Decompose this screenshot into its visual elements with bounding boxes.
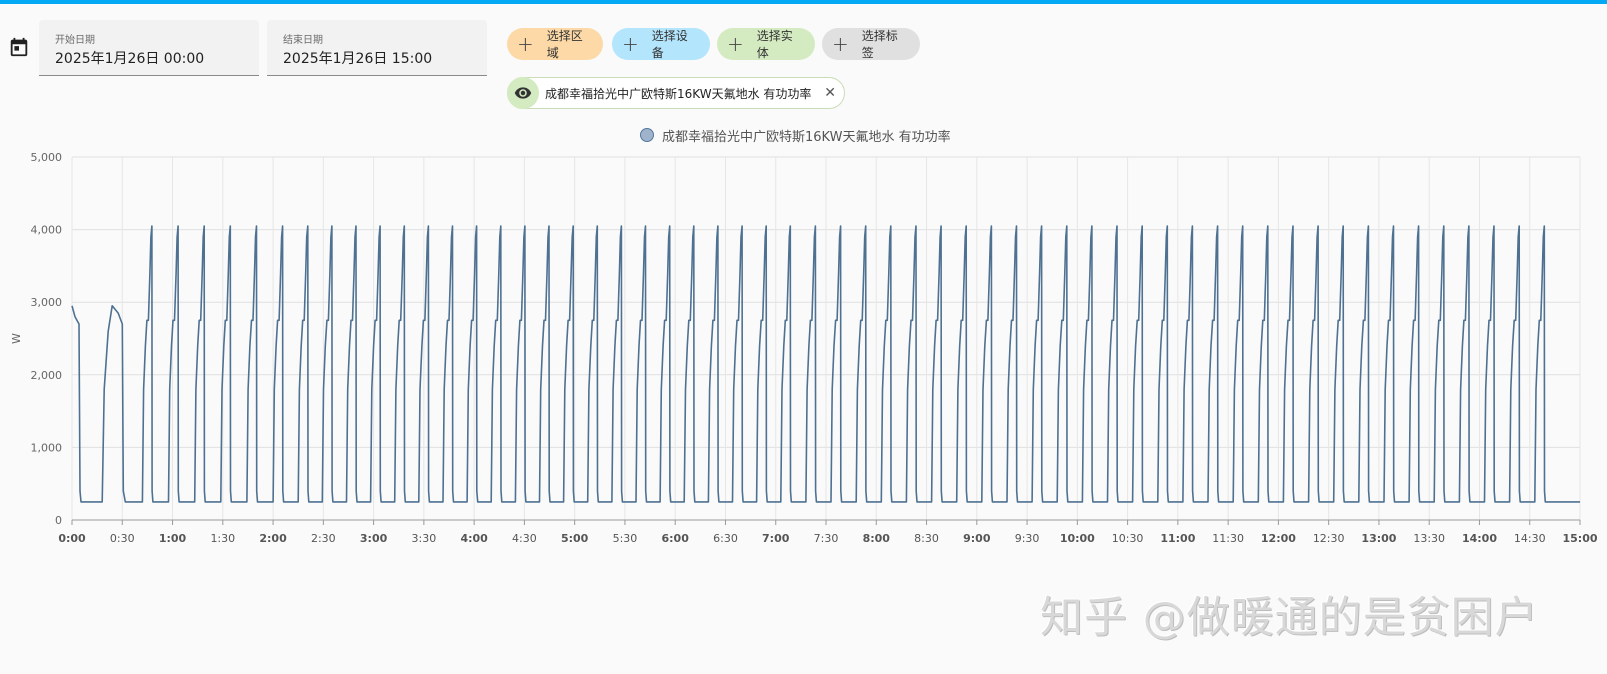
x-tick-label: 2:00 [259,532,287,545]
x-tick-label: 3:30 [412,532,437,545]
x-tick-label: 13:30 [1413,532,1445,545]
y-axis-title: W [10,333,23,344]
y-tick-label: 1,000 [31,441,63,454]
x-tick-label: 8:30 [914,532,939,545]
plus-icon: + [727,32,744,56]
power-line-chart[interactable]: 0 1,000 2,000 3,000 4,000 5,000 0:00 0:30 1:00 1:… [0,140,1607,560]
selected-entity-name: 成都幸福拾光中广欧特斯16KW天氟地水 有功功率 [545,86,812,101]
x-tick-label: 4:00 [460,532,488,545]
end-date-label: 结束日期 [283,35,323,46]
x-tick-label: 6:00 [662,532,690,545]
x-tick-label: 7:00 [762,532,790,545]
y-tick-label: 3,000 [31,296,63,309]
end-date-value[interactable]: 2025年1月26日 15:00 [283,48,432,68]
select-device-label: 选择设备 [651,29,688,60]
x-tick-label: 1:00 [159,532,187,545]
x-tick-label: 10:00 [1060,532,1095,545]
close-icon[interactable]: ✕ [824,85,836,101]
select-area-label: 选择区域 [546,29,583,60]
selected-entity-chip[interactable]: 成都幸福拾光中广欧特斯16KW天氟地水 有功功率 ✕ [507,77,845,109]
x-tick-label: 14:00 [1462,532,1497,545]
y-tick-label: 2,000 [31,369,63,382]
select-entity-label: 选择实体 [756,29,793,60]
x-tick-label: 11:00 [1160,532,1195,545]
x-tick-label: 13:00 [1361,532,1396,545]
plus-icon: + [622,32,639,56]
select-device-button[interactable]: + 选择设备 [612,28,710,60]
y-tick-label: 4,000 [31,224,63,237]
x-tick-label: 14:30 [1514,532,1546,545]
x-tick-label: 10:30 [1112,532,1144,545]
x-tick-label: 15:00 [1562,532,1597,545]
plus-icon: + [517,32,534,56]
select-entity-button[interactable]: + 选择实体 [717,28,815,60]
x-tick-label: 6:30 [713,532,738,545]
x-tick-label: 12:00 [1261,532,1296,545]
calendar-icon[interactable] [8,36,30,58]
x-tick-label: 3:00 [360,532,388,545]
x-tick-label: 5:00 [561,532,589,545]
x-tick-label: 1:30 [210,532,235,545]
x-tick-label: 9:30 [1015,532,1040,545]
y-tick-label: 5,000 [31,151,63,164]
x-tick-label: 11:30 [1212,532,1244,545]
x-tick-label: 12:30 [1313,532,1345,545]
x-tick-label: 8:00 [863,532,891,545]
select-area-button[interactable]: + 选择区域 [507,28,603,60]
x-tick-label: 7:30 [814,532,839,545]
select-label-button[interactable]: + 选择标签 [822,28,920,60]
start-date-label: 开始日期 [55,35,95,46]
y-tick-label: 0 [55,514,62,527]
x-tick-label: 4:30 [512,532,537,545]
plus-icon: + [832,32,849,56]
x-tick-label: 0:30 [110,532,135,545]
start-date-value[interactable]: 2025年1月26日 00:00 [55,48,204,68]
end-date-field[interactable]: 结束日期 2025年1月26日 15:00 [267,20,487,76]
top-accent-bar [0,0,1607,4]
start-date-field[interactable]: 开始日期 2025年1月26日 00:00 [39,20,259,76]
select-label-label: 选择标签 [861,29,898,60]
x-tick-label: 2:30 [311,532,336,545]
x-tick-label: 0:00 [58,532,86,545]
x-tick-label: 5:30 [613,532,638,545]
eye-icon[interactable] [507,77,539,109]
watermark-text: 知乎 @做暖通的是贫困户 [1040,593,1539,643]
x-tick-label: 9:00 [963,532,991,545]
